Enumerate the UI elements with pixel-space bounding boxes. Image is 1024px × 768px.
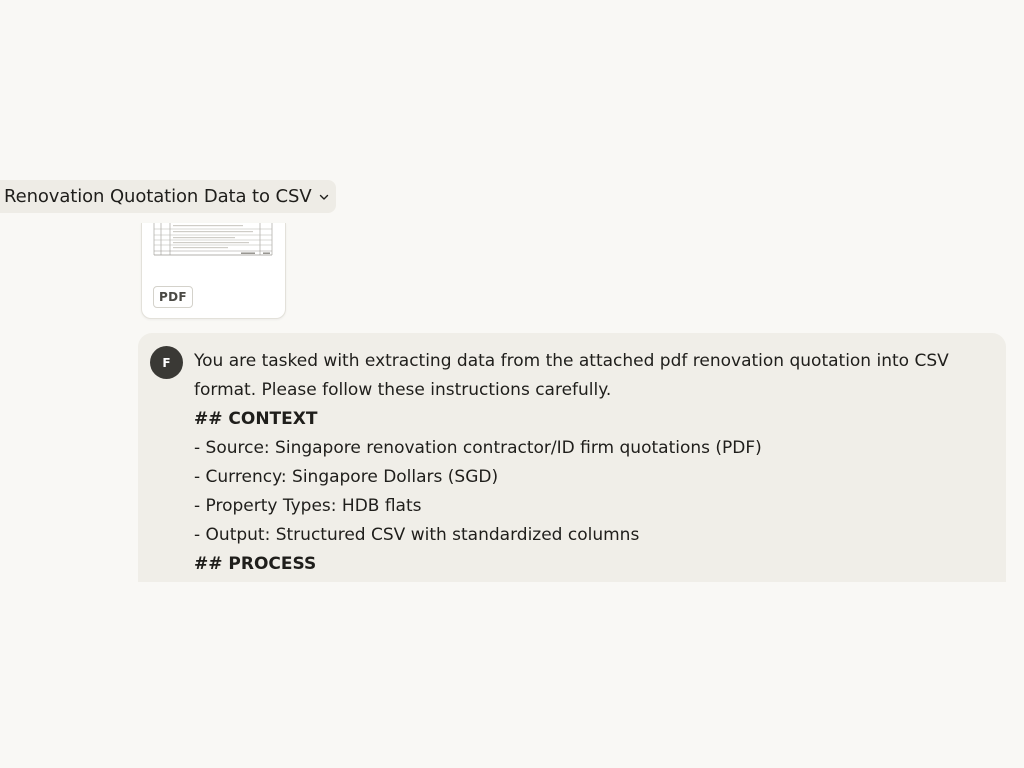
chat-title: Renovation Quotation Data to CSV bbox=[4, 186, 312, 207]
message-list-item: - Currency: Singapore Dollars (SGD) bbox=[194, 467, 499, 487]
file-type-badge: PDF bbox=[153, 286, 193, 308]
avatar: F bbox=[150, 346, 183, 379]
user-message: F You are tasked with extracting data fr… bbox=[138, 333, 1006, 582]
message-body: You are tasked with extracting data from… bbox=[194, 347, 984, 579]
message-line: format. Please follow these instructions… bbox=[194, 380, 612, 400]
pdf-thumbnail-icon bbox=[153, 223, 273, 256]
message-heading: ## CONTEXT bbox=[194, 409, 318, 429]
message-line: You are tasked with extracting data from… bbox=[194, 351, 949, 371]
pdf-attachment-card[interactable]: PDF bbox=[141, 223, 286, 319]
chat-title-dropdown[interactable]: Renovation Quotation Data to CSV bbox=[0, 180, 336, 213]
chevron-down-icon bbox=[318, 191, 330, 203]
message-heading: ## PROCESS bbox=[194, 554, 317, 574]
chat-page: Renovation Quotation Data to CSV PDF F Y… bbox=[0, 0, 1024, 768]
message-list-item: - Property Types: HDB flats bbox=[194, 496, 422, 516]
message-list-item: - Source: Singapore renovation contracto… bbox=[194, 438, 762, 458]
message-list-item: - Output: Structured CSV with standardiz… bbox=[194, 525, 640, 545]
